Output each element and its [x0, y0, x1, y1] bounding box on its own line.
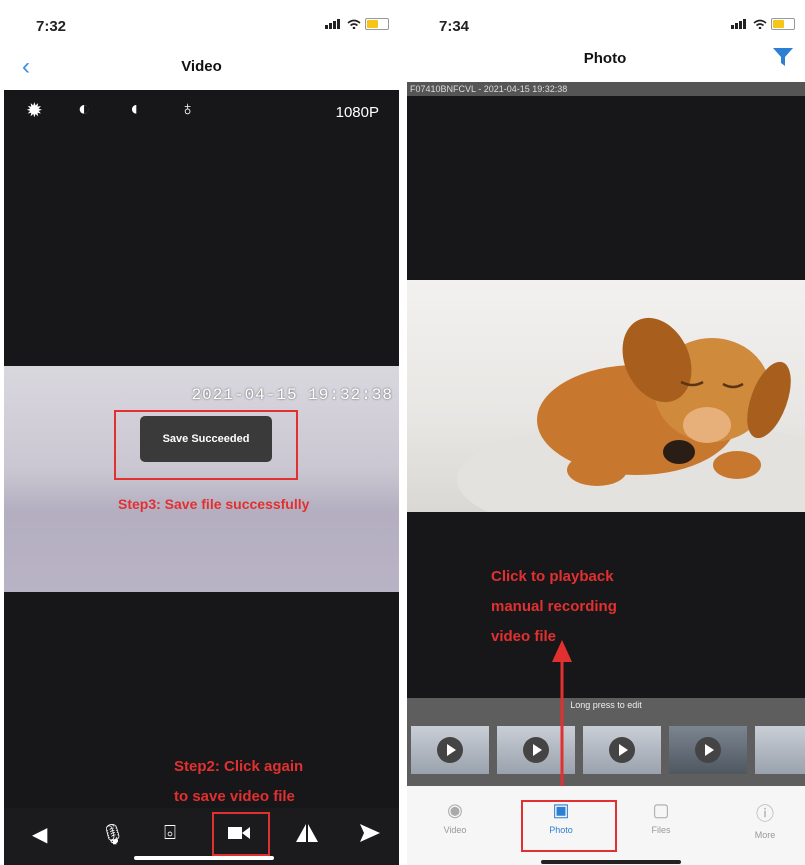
recording-thumbnail[interactable]: [411, 726, 489, 774]
video-view-bottom: Step2: Click again to save video file: [4, 592, 399, 808]
status-icons: [731, 18, 795, 30]
recording-thumbnail[interactable]: [755, 726, 805, 774]
live-video-frame: 2021-04-15 19:32:38 Save Succeeded Step3…: [4, 366, 399, 592]
photo-viewer-bottom: Click to playback manual recording video…: [407, 512, 805, 698]
signal-icon: [325, 19, 340, 29]
resolution-selector[interactable]: 1080P: [336, 104, 379, 121]
play-icon: [695, 737, 721, 763]
play-icon: [609, 737, 635, 763]
more-icon: ⓘ: [756, 804, 774, 824]
playback-annotation-line2: manual recording: [491, 598, 617, 615]
wifi-icon: [753, 19, 767, 29]
step3-annotation: Step3: Save file successfully: [118, 496, 310, 512]
saturation-icon[interactable]: ◖: [128, 98, 140, 121]
bottom-tab-bar: ◉ Video ▣ Photo ▢ Files ⓘ More: [407, 786, 805, 865]
playback-annotation-line3: video file: [491, 628, 557, 645]
recording-thumbnail-strip: Long press to edit: [407, 698, 805, 786]
home-indicator: [134, 856, 274, 860]
signal-icon: [731, 19, 746, 29]
status-icons: [325, 18, 389, 30]
playback-annotation-line1: Click to playback: [491, 568, 614, 585]
photo-tab-highlight-box: [521, 800, 617, 852]
page-title: Video: [181, 58, 222, 75]
tab-label: Files: [651, 825, 671, 835]
status-time: 7:34: [439, 18, 470, 35]
wifi-icon: [347, 19, 361, 29]
toast-highlight-box: [114, 410, 298, 480]
tab-more[interactable]: ⓘ More: [735, 800, 795, 840]
annotation-arrow: [552, 640, 572, 800]
device-timestamp-bar: F07410BNFCVL - 2021-04-15 19:32:38: [407, 82, 805, 96]
right-phone-screen: 7:34 Photo F07410BNFCVL - 2021-04-15 19:…: [405, 0, 805, 865]
play-icon: [437, 737, 463, 763]
contrast-icon[interactable]: ◐: [78, 98, 90, 121]
microphone-icon[interactable]: 🎙︎: [100, 822, 125, 847]
recording-thumbnail[interactable]: [669, 726, 747, 774]
home-indicator: [541, 860, 681, 864]
files-icon: ▢: [652, 800, 670, 820]
flip-icon[interactable]: [296, 824, 318, 842]
video-view-top: ✹ ◐ ◖ ♁ 1080P: [4, 90, 399, 366]
mirror-icon[interactable]: [360, 824, 380, 842]
battery-icon: [365, 18, 389, 30]
tab-label: More: [754, 830, 776, 840]
record-highlight-box: [212, 812, 270, 856]
filter-icon[interactable]: [773, 48, 793, 66]
photo-viewer-top: [407, 96, 805, 280]
tab-video[interactable]: ◉ Video: [425, 800, 485, 835]
photo-preview[interactable]: [407, 280, 805, 512]
long-press-hint: Long press to edit: [570, 700, 642, 710]
left-phone-screen: 7:32 ‹ Video ✹ ◐ ◖ ♁ 1080P 2021-04-15 19…: [0, 0, 403, 865]
step2-annotation-line2: to save video file: [174, 788, 295, 805]
speaker-icon[interactable]: ◀: [32, 822, 47, 847]
puppy-photo: [457, 317, 805, 512]
status-time: 7:32: [36, 18, 67, 35]
snapshot-icon[interactable]: ⌻: [164, 822, 176, 845]
status-bar: 7:34: [405, 0, 805, 44]
camera-icon: ◉: [447, 800, 463, 820]
battery-icon: [771, 18, 795, 30]
brightness-icon[interactable]: ✹: [26, 98, 43, 123]
step2-annotation-line1: Step2: Click again: [174, 758, 304, 775]
video-timestamp: 2021-04-15 19:32:38: [191, 386, 393, 404]
page-title: Photo: [583, 50, 627, 67]
light-icon[interactable]: ♁: [180, 98, 195, 121]
tab-label: Video: [443, 825, 467, 835]
recording-thumbnail[interactable]: [583, 726, 661, 774]
tab-files[interactable]: ▢ Files: [631, 800, 691, 835]
status-bar: 7:32: [0, 0, 403, 44]
video-toolbar: ◀ 🎙︎ ⌻: [4, 808, 399, 865]
play-icon: [523, 737, 549, 763]
